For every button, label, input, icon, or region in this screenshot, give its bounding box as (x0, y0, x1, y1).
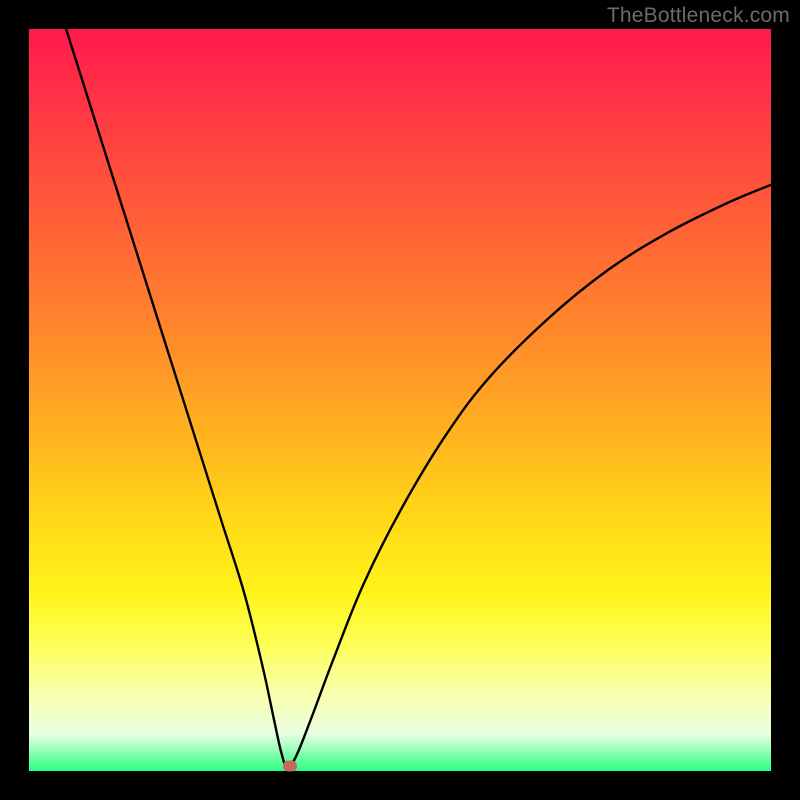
bottleneck-marker (283, 760, 297, 771)
chart-plot-area (29, 29, 771, 771)
bottleneck-curve (29, 29, 771, 771)
watermark-text: TheBottleneck.com (607, 4, 790, 28)
chart-frame: TheBottleneck.com (0, 0, 800, 800)
